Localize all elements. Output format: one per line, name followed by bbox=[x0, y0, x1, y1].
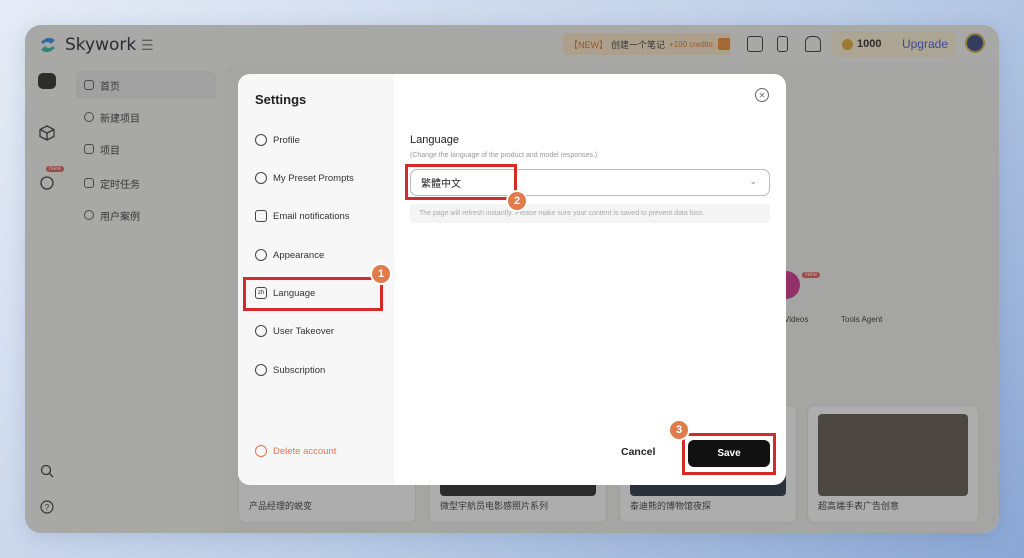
prompt-icon bbox=[255, 172, 267, 184]
menu-item-subscription[interactable]: Subscription bbox=[255, 360, 325, 380]
settings-dialog: Settings Profile My Preset Prompts Email… bbox=[238, 74, 786, 485]
highlight-language-select bbox=[405, 164, 517, 200]
menu-item-appearance[interactable]: Appearance bbox=[255, 245, 324, 265]
highlight-language-menu bbox=[243, 277, 383, 311]
menu-label: My Preset Prompts bbox=[273, 172, 354, 184]
delete-account-button[interactable]: Delete account bbox=[255, 445, 336, 457]
chevron-down-icon: ⌄ bbox=[749, 176, 757, 186]
step-badge-3: 3 bbox=[668, 419, 690, 441]
close-icon[interactable]: ✕ bbox=[755, 88, 769, 102]
menu-label: Subscription bbox=[273, 364, 326, 376]
menu-item-user-takeover[interactable]: User Takeover bbox=[255, 321, 334, 341]
highlight-save-button bbox=[682, 433, 776, 475]
user-icon bbox=[255, 134, 267, 146]
menu-item-preset-prompts[interactable]: My Preset Prompts bbox=[255, 168, 354, 188]
step-badge-2: 2 bbox=[506, 190, 528, 212]
menu-label: User Takeover bbox=[273, 325, 335, 337]
sparkle-icon bbox=[255, 364, 267, 376]
menu-label: Appearance bbox=[273, 249, 325, 261]
step-badge-1: 1 bbox=[370, 263, 392, 285]
delete-user-icon bbox=[255, 445, 267, 457]
settings-title: Settings bbox=[255, 92, 307, 107]
menu-item-email-notifications[interactable]: Email notifications bbox=[255, 206, 350, 226]
user-takeover-icon bbox=[255, 325, 267, 337]
menu-label: Profile bbox=[273, 134, 300, 146]
appearance-icon bbox=[255, 249, 267, 261]
refresh-note: The page will refresh instantly. Please … bbox=[410, 204, 770, 223]
app-window: Skywork ☰ 【NEW】 创建一个笔记 +100 credits 1000… bbox=[25, 25, 999, 533]
mail-icon bbox=[255, 210, 267, 222]
menu-label: Email notifications bbox=[273, 210, 350, 222]
delete-label: Delete account bbox=[273, 445, 337, 457]
language-description: (Change the language of the product and … bbox=[410, 152, 598, 159]
language-section-title: Language bbox=[410, 134, 459, 146]
cancel-button[interactable]: Cancel bbox=[621, 446, 655, 458]
menu-item-profile[interactable]: Profile bbox=[255, 130, 300, 150]
